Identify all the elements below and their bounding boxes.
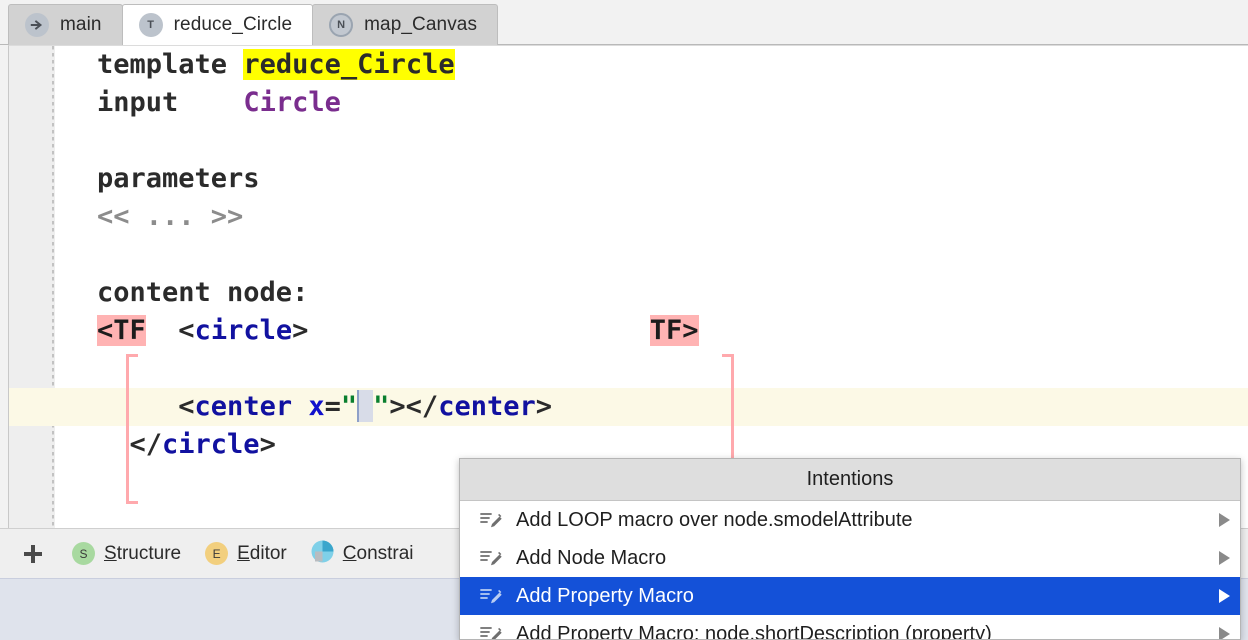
code-line-text: content node: <box>97 277 308 308</box>
intentions-item-label: Add Node Macro <box>516 546 667 569</box>
intentions-item[interactable]: Add Property Macro <box>460 577 1240 615</box>
editor-gutter-divider <box>52 46 54 528</box>
intentions-list: Add LOOP macro over node.smodelAttribute… <box>460 501 1240 640</box>
code-line[interactable]: << ... >> <box>55 198 1248 236</box>
tab-icon-letter: T <box>147 18 154 31</box>
code-token: " <box>340 391 358 422</box>
code-line-text: </circle> <box>97 429 276 460</box>
code-token: input <box>97 87 244 118</box>
code-line[interactable] <box>55 236 1248 274</box>
tool-window-button-editor[interactable]: E Editor <box>205 542 287 565</box>
code-line[interactable]: parameters <box>55 160 1248 198</box>
cell-bracket-right-top <box>722 354 734 357</box>
editor-tab-map_canvas[interactable]: Nmap_Canvas <box>312 4 499 45</box>
code-token: center <box>194 391 293 422</box>
intentions-item[interactable]: Add Property Macro: node.shortDescriptio… <box>460 615 1240 640</box>
code-token: Circle <box>243 87 341 118</box>
cell-bracket-left-top <box>126 354 138 357</box>
code-line-text: input Circle <box>97 87 341 118</box>
code-token: <TF <box>97 315 146 346</box>
code-token: > <box>292 315 309 346</box>
code-token: > <box>259 429 276 460</box>
intentions-item[interactable]: Add Node Macro <box>460 539 1240 577</box>
code-content[interactable]: template reduce_Circleinput Circle parame… <box>9 46 1248 528</box>
code-token: template <box>97 49 244 80</box>
code-line[interactable]: content node: <box>55 274 1248 312</box>
code-token: TF> <box>649 315 699 346</box>
code-token: " <box>373 391 390 422</box>
intentions-item-label: Add LOOP macro over node.smodelAttribute <box>516 508 913 531</box>
arrow-right-circle-icon <box>25 13 49 37</box>
submenu-arrow-icon[interactable] <box>1219 589 1230 603</box>
intentions-item-label: Add Property Macro <box>516 584 694 607</box>
editor-tab-main[interactable]: main <box>8 4 123 45</box>
cell-bracket-left-bottom <box>126 501 138 504</box>
code-token: < <box>178 315 195 346</box>
code-token: center <box>438 391 536 422</box>
editor-badge-icon: E <box>205 542 229 565</box>
tool-window-label: Constrai <box>342 542 414 564</box>
code-token: x <box>308 391 325 422</box>
editor-tab-bar: main Treduce_Circle Nmap_Canvas <box>0 0 1248 45</box>
code-line[interactable]: template reduce_Circle <box>55 46 1248 84</box>
code-token: </ <box>97 429 163 460</box>
intentions-popup[interactable]: Intentions Add LOOP macro over node.smod… <box>459 458 1241 640</box>
structure-badge-icon: S <box>72 542 95 565</box>
code-token: content node: <box>97 277 309 308</box>
code-editor[interactable]: template reduce_Circleinput Circle parame… <box>8 45 1248 528</box>
intentions-item[interactable]: Add LOOP macro over node.smodelAttribute <box>460 501 1240 539</box>
code-line[interactable] <box>55 350 1248 388</box>
submenu-arrow-icon[interactable] <box>1219 551 1230 565</box>
intentions-popup-title: Intentions <box>460 459 1240 501</box>
code-token: circle <box>194 315 293 346</box>
code-line[interactable]: <center x=" "></center> <box>9 388 1248 426</box>
code-line-text: <center x=" "></center> <box>97 390 553 422</box>
editor-tab-label: reduce_Circle <box>173 14 293 35</box>
node-n-icon: N <box>329 13 354 37</box>
intention-pencil-icon <box>480 510 502 530</box>
code-token: = <box>324 391 341 422</box>
code-line[interactable]: <TF <circle> TF> <box>55 312 1248 350</box>
code-line-text: <TF <circle> TF> <box>97 315 699 346</box>
constraints-pie-icon <box>311 540 334 568</box>
cell-bracket-left <box>126 354 129 504</box>
template-t-icon: T <box>138 13 163 37</box>
ide-window: main Treduce_Circle Nmap_Canvas template r… <box>0 0 1248 640</box>
tool-window-button-structure[interactable]: S Structure <box>72 542 181 565</box>
tool-window-label: Structure <box>104 542 182 564</box>
code-line[interactable] <box>55 122 1248 160</box>
submenu-arrow-icon[interactable] <box>1219 627 1230 639</box>
code-token: reduce_Circle <box>243 49 455 80</box>
tab-icon-letter: N <box>337 18 346 31</box>
code-line-text: parameters <box>97 163 260 194</box>
code-line-text: template reduce_Circle <box>97 49 455 80</box>
intention-pencil-icon <box>480 548 502 568</box>
intentions-item-label: Add Property Macro: node.shortDescriptio… <box>516 622 992 640</box>
tool-window-button-constrai[interactable]: Constrai <box>311 540 414 568</box>
code-token: << ... >> <box>97 201 244 232</box>
code-token: < <box>97 391 195 422</box>
tab-list: main Treduce_Circle Nmap_Canvas <box>8 4 499 45</box>
add-tool-window-button[interactable] <box>18 539 48 569</box>
tool-window-list: S Structure E Editor Constrai <box>72 540 414 568</box>
code-token: parameters <box>97 163 260 194</box>
code-line[interactable]: input Circle <box>55 84 1248 122</box>
intention-pencil-icon <box>480 624 502 639</box>
code-line-text: << ... >> <box>97 201 243 232</box>
code-token: > <box>535 391 553 422</box>
editor-tab-reduce_circle[interactable]: Treduce_Circle <box>121 4 314 45</box>
submenu-arrow-icon[interactable] <box>1219 513 1230 527</box>
tool-window-label: Editor <box>237 542 287 564</box>
code-token: ></ <box>389 391 439 422</box>
editor-gutter <box>9 46 47 528</box>
editor-tab-label: map_Canvas <box>364 14 478 35</box>
editor-tab-label: main <box>60 14 102 35</box>
editor-caret-cell[interactable] <box>357 390 374 422</box>
intention-pencil-icon <box>480 586 502 606</box>
code-token: circle <box>162 429 260 460</box>
plus-icon <box>24 544 42 563</box>
